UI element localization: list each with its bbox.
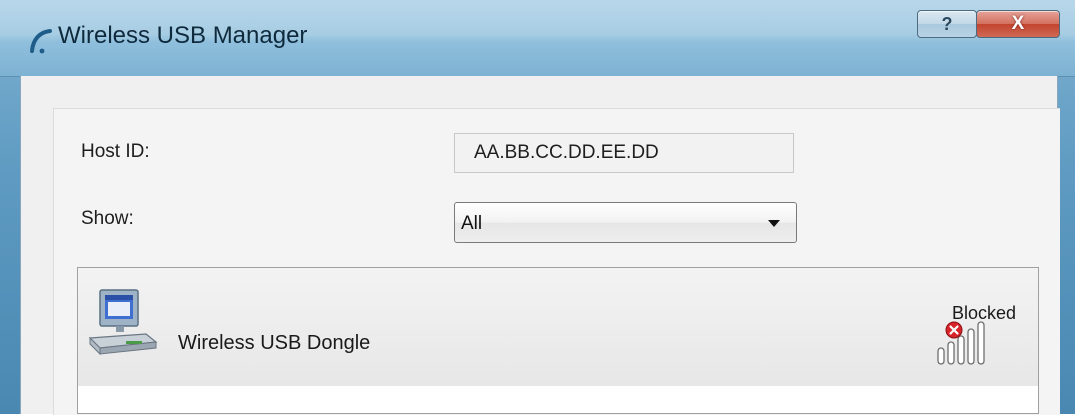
wireless-usb-manager-window: Wireless USB Manager ? X Host ID: AA.BB.… xyxy=(0,0,1075,415)
help-icon: ? xyxy=(941,13,953,34)
device-list[interactable]: Wireless USB Dongle Blocked xyxy=(77,267,1039,414)
dialog-body: Host ID: AA.BB.CC.DD.EE.DD Show: All Wir… xyxy=(20,76,1060,415)
show-dropdown-value: All xyxy=(461,213,483,234)
device-name: Wireless USB Dongle xyxy=(178,332,371,354)
host-id-label: Host ID: xyxy=(81,141,150,162)
show-dropdown[interactable]: All xyxy=(454,202,797,243)
help-button[interactable]: ? xyxy=(917,10,977,38)
close-icon: X xyxy=(1011,13,1025,34)
close-button[interactable]: X xyxy=(976,10,1060,38)
wireless-usb-arc-icon xyxy=(30,29,52,54)
window-title: Wireless USB Manager xyxy=(58,22,308,49)
title-bar[interactable]: Wireless USB Manager ? X xyxy=(0,0,1075,77)
chevron-down-icon[interactable] xyxy=(768,220,780,227)
computer-icon xyxy=(88,289,158,356)
host-id-field: AA.BB.CC.DD.EE.DD xyxy=(454,133,794,173)
signal-blocked-icon xyxy=(937,321,985,365)
show-label: Show: xyxy=(81,208,134,229)
device-row[interactable]: Wireless USB Dongle Blocked xyxy=(78,268,1038,386)
